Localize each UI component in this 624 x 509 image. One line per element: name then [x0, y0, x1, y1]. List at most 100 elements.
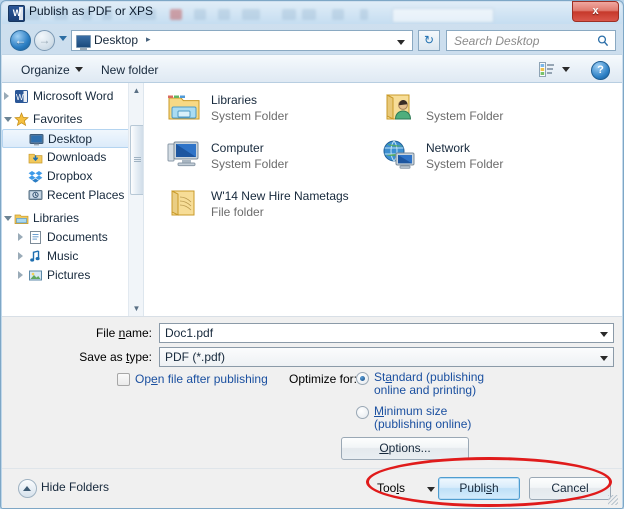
scrollbar-thumb[interactable] [130, 125, 143, 195]
sidebar-item-recent-places[interactable]: Recent Places [2, 186, 143, 205]
folder-icon [167, 187, 201, 219]
file-item-type: System Folder [426, 157, 504, 171]
file-name-input[interactable]: Doc1.pdf [159, 323, 614, 343]
file-list-pane[interactable]: Libraries System Folder System Folder Compu… [145, 83, 622, 316]
word-icon: W [8, 5, 25, 22]
sidebar-item-pictures[interactable]: Pictures [2, 266, 143, 285]
dialog-footer: Hide Folders Tools Publish Cancel [2, 468, 622, 508]
file-list-item[interactable]: Libraries System Folder [167, 91, 382, 135]
optimize-standard-radio[interactable] [356, 372, 369, 385]
file-item-type: System Folder [211, 109, 289, 123]
svg-text:W: W [16, 93, 24, 102]
dropbox-icon [28, 169, 43, 184]
file-item-type: System Folder [211, 157, 289, 171]
navigation-bar: ← → Desktop ▸ ↻ Search Desktop [2, 26, 622, 54]
breadcrumb[interactable]: Desktop [94, 33, 138, 47]
user-folder-icon [382, 91, 416, 123]
file-list-item[interactable]: Network System Folder [382, 139, 597, 183]
sidebar-item-libraries[interactable]: Libraries [2, 209, 143, 228]
search-input[interactable]: Search Desktop [446, 30, 616, 51]
file-item-name: Network [426, 141, 471, 155]
sidebar-item-label: Downloads [47, 150, 107, 164]
sidebar-item-label: Microsoft Word [33, 89, 114, 103]
chevron-down-icon[interactable] [600, 332, 608, 337]
refresh-button[interactable]: ↻ [418, 30, 440, 51]
file-item-type: System Folder [426, 109, 504, 123]
view-options-icon[interactable] [539, 62, 555, 77]
chevron-down-icon[interactable] [562, 67, 570, 72]
help-question-icon[interactable]: ? [591, 61, 610, 80]
sidebar-item-music[interactable]: Music [2, 247, 143, 266]
music-library-icon [28, 249, 43, 264]
sidebar-item-label: Desktop [48, 132, 93, 146]
optimize-standard-label[interactable]: Standard (publishing online and printing) [374, 371, 544, 397]
favorites-star-icon [14, 112, 29, 127]
history-dropdown-icon[interactable] [59, 36, 67, 41]
libraries-folder-icon [167, 91, 201, 123]
cancel-button[interactable]: Cancel [529, 477, 611, 500]
chevron-right-icon[interactable] [18, 233, 23, 241]
desktop-monitor-icon [76, 35, 91, 50]
breadcrumb-separator-icon[interactable]: ▸ [146, 34, 151, 45]
chevron-right-icon[interactable] [18, 252, 23, 260]
file-item-type: File folder [211, 205, 264, 219]
file-list-item[interactable]: Computer System Folder [167, 139, 382, 183]
sidebar-item-label: Pictures [47, 268, 91, 282]
chevron-down-icon[interactable] [397, 40, 405, 45]
close-button[interactable]: x [572, 1, 619, 22]
file-name-label: File name: [95, 326, 152, 340]
optimize-minimum-size-radio[interactable] [356, 406, 369, 419]
forward-arrow-icon: → [38, 33, 51, 47]
sidebar-item-desktop[interactable]: Desktop [2, 129, 143, 148]
file-list-item[interactable]: W'14 New Hire Nametags File folder [167, 187, 382, 231]
sidebar-item-documents[interactable]: Documents [2, 228, 143, 247]
options-button[interactable]: Options... [341, 437, 469, 460]
organize-button[interactable]: Organize [16, 61, 75, 79]
sidebar-item-favorites[interactable]: Favorites [2, 110, 143, 129]
scroll-up-button[interactable]: ▲ [129, 83, 143, 98]
sidebar-item-dropbox[interactable]: Dropbox [2, 167, 143, 186]
save-as-type-select[interactable]: PDF (*.pdf) [159, 347, 614, 367]
file-name-value: Doc1.pdf [165, 326, 214, 340]
publish-button[interactable]: Publish [438, 477, 520, 500]
sidebar-item-label: Favorites [33, 112, 83, 126]
chevron-up-circle-icon [18, 479, 37, 498]
file-item-name: Libraries [211, 93, 258, 107]
optimize-minimum-size-label[interactable]: Minimum size (publishing online) [374, 405, 544, 431]
publish-as-pdf-dialog: W Publish as PDF or XPS x ← → Desktop ▸ … [0, 0, 624, 509]
back-button[interactable]: ← [10, 30, 31, 51]
chevron-right-icon[interactable] [18, 271, 23, 279]
open-file-after-publishing-checkbox[interactable] [117, 373, 130, 386]
refresh-icon: ↻ [423, 33, 435, 47]
scroll-down-button[interactable]: ▼ [129, 301, 143, 316]
chevron-down-icon[interactable] [4, 216, 12, 225]
search-placeholder: Search Desktop [454, 34, 540, 48]
sidebar-item-label: Libraries [33, 211, 80, 225]
pictures-library-icon [28, 268, 43, 283]
libraries-icon [14, 211, 29, 226]
optimize-for-label: Optimize for: [288, 372, 357, 386]
file-item-name: Computer [211, 141, 264, 155]
explorer-panes: W Microsoft Word Favorites Desktop Downloads… [2, 83, 622, 316]
chevron-down-icon[interactable] [600, 356, 608, 361]
recent-places-icon [28, 188, 43, 203]
sidebar-scrollbar[interactable]: ▲ ▼ [128, 83, 143, 316]
sidebar-item-downloads[interactable]: Downloads [2, 148, 143, 167]
navigation-pane: W Microsoft Word Favorites Desktop Downloads… [2, 83, 144, 316]
chevron-down-icon[interactable] [75, 67, 83, 72]
save-as-type-label: Save as type: [79, 350, 152, 364]
chevron-down-icon[interactable] [427, 487, 435, 492]
new-folder-button[interactable]: New folder [96, 61, 163, 79]
file-list-item[interactable]: System Folder [382, 91, 597, 135]
chevron-right-icon[interactable] [4, 92, 9, 100]
chevron-down-icon[interactable] [4, 117, 12, 126]
hide-folders-label: Hide Folders [41, 480, 110, 494]
address-bar[interactable]: Desktop ▸ [71, 30, 413, 51]
sidebar-item-microsoft-word[interactable]: W Microsoft Word [2, 87, 143, 106]
forward-button[interactable]: → [34, 30, 55, 51]
search-magnifier-icon [597, 35, 609, 47]
tools-button[interactable]: Tools [377, 481, 423, 495]
resize-grip[interactable] [608, 495, 618, 505]
sidebar-item-label: Documents [47, 230, 108, 244]
file-item-name: W'14 New Hire Nametags [211, 189, 349, 203]
